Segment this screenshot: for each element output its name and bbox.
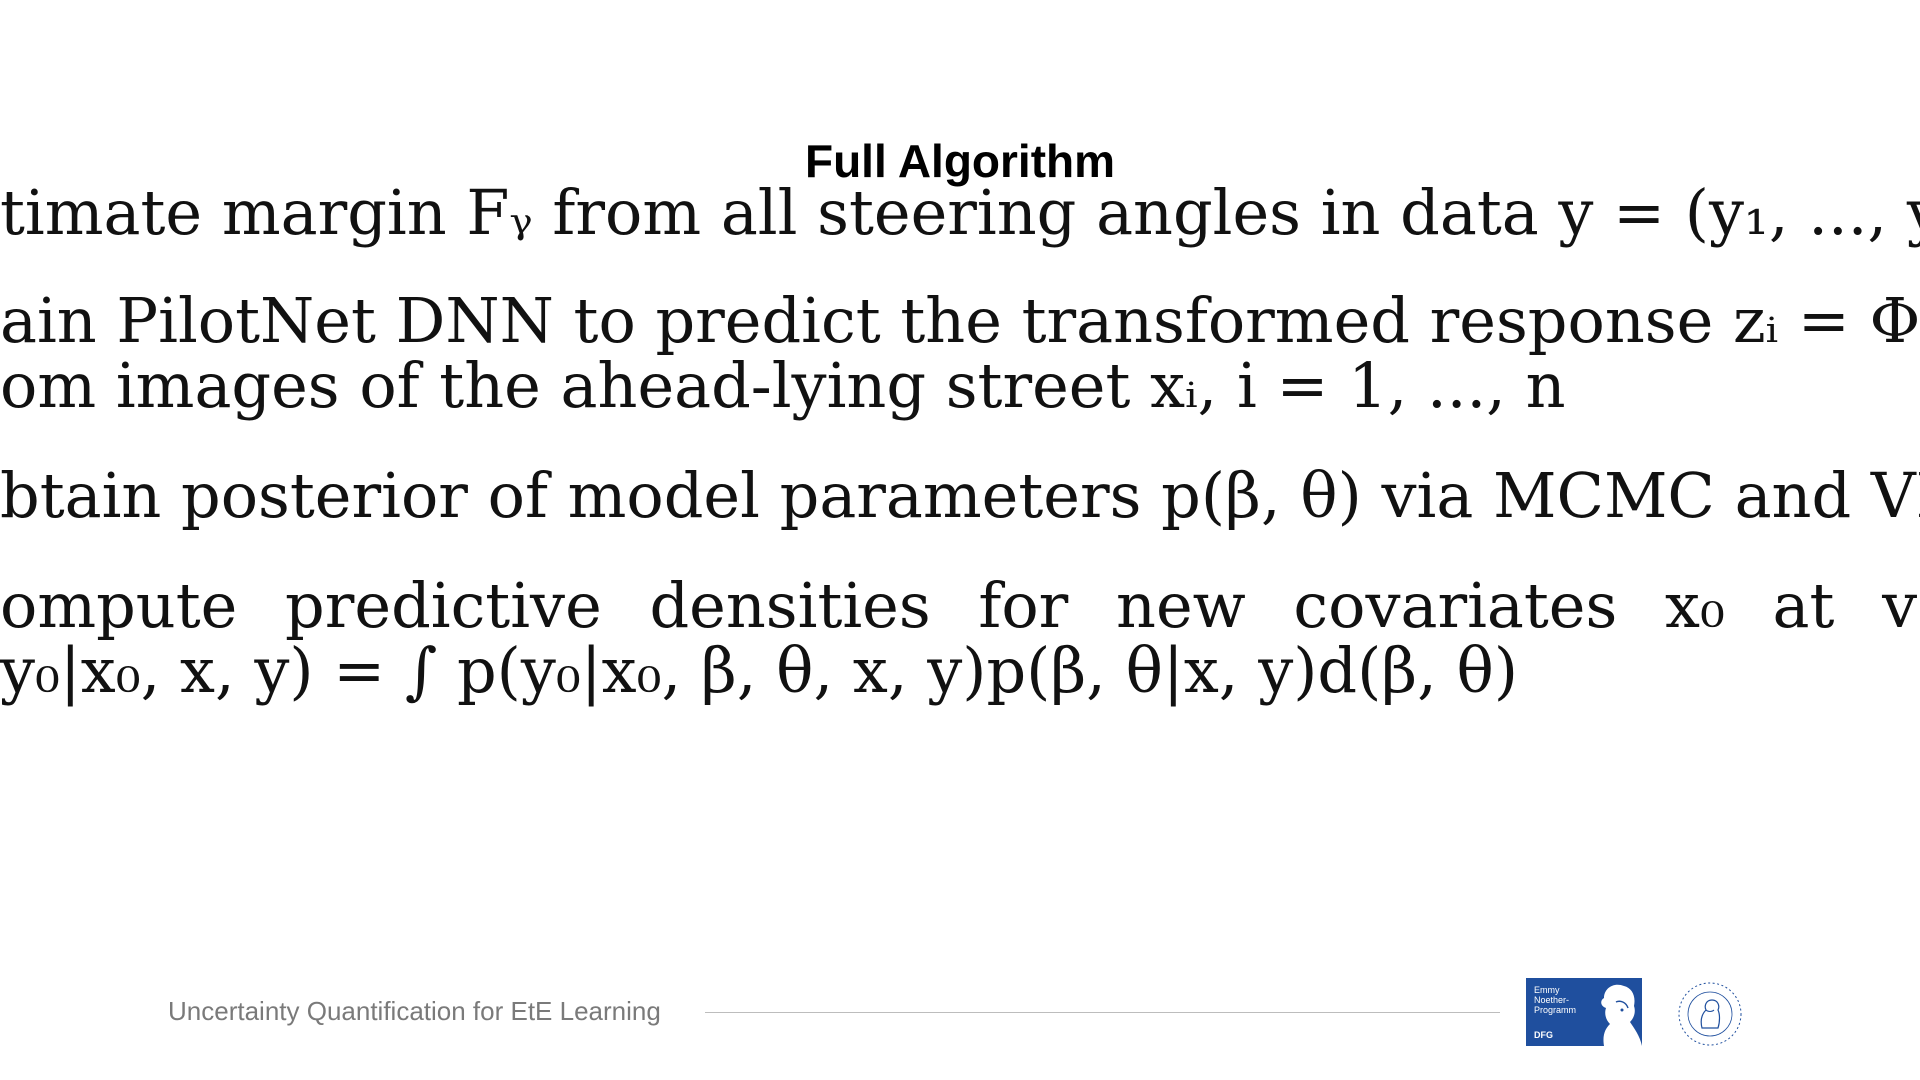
emmy-noether-portrait-icon [1601,984,1642,1046]
footer-title: Uncertainty Quantification for EtE Learn… [168,996,661,1026]
logo-text: Emmy Noether- Programm [1534,985,1577,1015]
algorithm-step-4-line-1: ompute predictive densities for new cova… [0,569,1920,642]
algorithm-step-2-line-1: ain PilotNet DNN to predict the transfor… [0,284,1920,357]
algorithm-step-4-line-2: y₀|x₀, x, y) = ∫ p(y₀|x₀, β, θ, x, y)p(β… [0,634,1519,707]
algorithm-step-1: timate margin Fᵧ from all steering angle… [0,176,1920,249]
humboldt-university-seal-icon [1678,982,1742,1046]
dfg-emmy-noether-logo-icon: Emmy Noether- Programm DFG [1526,978,1642,1046]
algorithm-step-2-line-2: om images of the ahead-lying street xᵢ, … [0,349,1566,422]
algorithm-step-3: btain posterior of model parameters p(β,… [0,459,1920,532]
footer-divider [705,1012,1500,1013]
slide: Full Algorithm timate margin Fᵧ from all… [0,0,1920,1080]
dfg-mark: DFG [1534,1030,1553,1040]
